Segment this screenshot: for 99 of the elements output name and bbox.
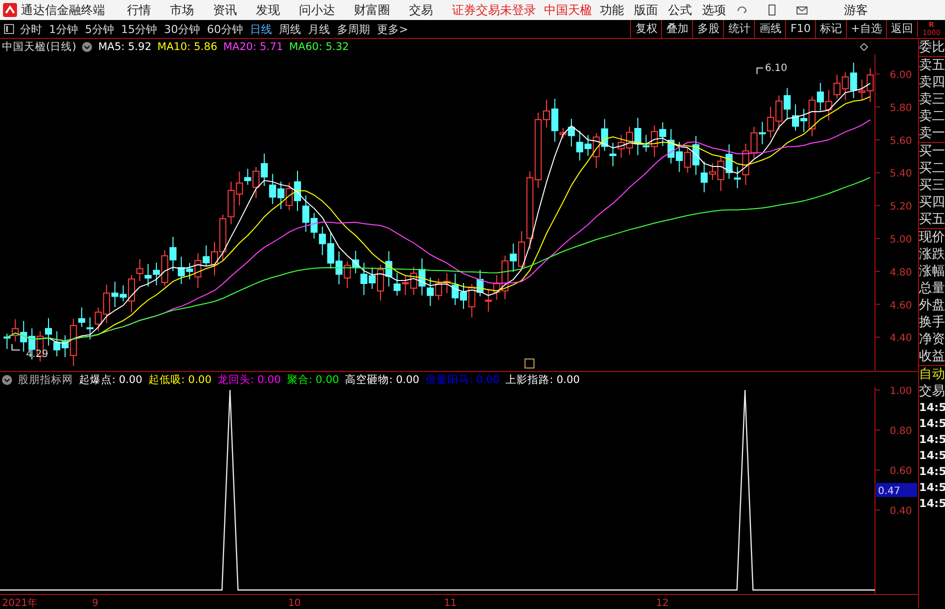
ma-legend: MA60: 5.32 <box>289 40 349 52</box>
axis-label: 6.00 <box>890 70 912 81</box>
date-label: 2021年 <box>2 598 38 608</box>
menu-item[interactable]: 选项 <box>702 2 726 18</box>
ma-legend: MA20: 5.71 <box>223 40 284 52</box>
indicator-legend: 上影指路: 0.00 <box>506 372 580 386</box>
ma-legend: MA5: 5.92 <box>98 40 152 52</box>
quote-label: 卖四 <box>919 74 945 91</box>
leader-line <box>12 344 20 350</box>
status-notice: 中国天楹 <box>544 2 592 18</box>
quote-label: 买二 <box>919 160 945 177</box>
quote-label: 卖五 <box>919 57 945 74</box>
period-tab[interactable]: 60分钟 <box>207 22 243 36</box>
mail-icon[interactable] <box>796 4 808 16</box>
toolbar-button[interactable]: 叠加 <box>661 20 692 38</box>
toolbar-button[interactable]: F10 <box>785 20 815 38</box>
menu-item[interactable]: 市场 <box>170 2 194 18</box>
indicator-name: 股朋指标网 <box>18 372 73 386</box>
axis-label: 5.20 <box>890 202 912 213</box>
leader-line <box>756 68 764 74</box>
quote-label: 卖二 <box>919 108 945 125</box>
quote-label: 卖三 <box>919 91 945 108</box>
dropdown-icon[interactable] <box>2 374 12 384</box>
logo-icon <box>3 3 17 17</box>
stock-title: 中国天楹(日线) <box>2 40 76 54</box>
period-tab[interactable]: 30分钟 <box>164 22 200 36</box>
quote-label: 委比 <box>919 39 945 57</box>
quote-label: 买三 <box>919 177 945 194</box>
quote-label: 收益 <box>919 348 945 365</box>
quote-label: 卖一 <box>919 125 945 143</box>
indicator-legend: 聚合: 0.00 <box>286 372 340 386</box>
ma-legend: MA10: 5.86 <box>157 40 218 52</box>
axis-label: 0.40 <box>890 506 912 517</box>
indicator-legend: 高空砸物: 0.00 <box>345 372 420 386</box>
indicator-legend: 起低吸: 0.00 <box>148 372 212 386</box>
axis-label: 4.40 <box>890 333 912 344</box>
panel-toggle-icon[interactable] <box>4 24 14 34</box>
high-price-label: 6.10 <box>765 63 788 74</box>
date-label: 12 <box>656 598 669 608</box>
period-tab[interactable]: 周线 <box>279 22 301 36</box>
toolbar-button[interactable]: 返回 <box>886 20 917 38</box>
date-label: 10 <box>288 598 301 608</box>
axis-label: 0.80 <box>890 426 912 437</box>
period-tab[interactable]: 1分钟 <box>49 22 78 36</box>
axis-label: 5.60 <box>890 136 912 147</box>
quote-label: 总量 <box>919 280 945 297</box>
menu-item[interactable]: 版面 <box>634 2 658 18</box>
menu-item[interactable]: 交易 <box>409 2 433 18</box>
period-tab[interactable]: 月线 <box>308 22 330 36</box>
period-tab[interactable]: 更多> <box>377 22 408 36</box>
current-value-label: 0.47 <box>878 486 900 497</box>
indicator-legend: 起爆点: 0.00 <box>79 372 142 386</box>
period-tab[interactable]: 日线 <box>250 22 272 36</box>
quote-label: 换手 <box>919 314 945 331</box>
period-tab[interactable]: 15分钟 <box>121 22 157 36</box>
period-tab[interactable]: 5分钟 <box>85 22 114 36</box>
toolbar-button[interactable]: +自选 <box>846 20 886 38</box>
quote-label: 涨幅 <box>919 263 945 280</box>
menu-item[interactable]: 功能 <box>600 2 624 18</box>
axis-label: 4.80 <box>890 267 912 278</box>
menu-item[interactable]: 财富圈 <box>354 2 390 18</box>
diamond-icon[interactable] <box>860 42 868 50</box>
quote-label: 净资 <box>919 331 945 348</box>
indicator-legend: 倍量阳马: 0.00 <box>425 372 500 386</box>
trade-label[interactable]: 自动 <box>919 366 945 383</box>
axis-label: 5.40 <box>890 168 912 180</box>
menu-item[interactable]: 行情 <box>127 2 151 18</box>
menu-item[interactable]: 公式 <box>668 2 692 18</box>
quote-label: 涨跌 <box>919 246 945 263</box>
quote-label: 现价 <box>919 229 945 246</box>
date-label: 11 <box>444 598 457 608</box>
menu-item[interactable]: 问小达 <box>299 2 335 18</box>
axis-label: 4.60 <box>890 300 912 312</box>
axis-label: 5.80 <box>890 102 912 114</box>
toolbar-button[interactable]: 统计 <box>723 20 754 38</box>
menu-item[interactable]: 发现 <box>256 2 280 18</box>
toolbar-button[interactable]: 多股 <box>692 20 724 38</box>
date-label: 9 <box>92 598 98 608</box>
period-tab[interactable]: 多周期 <box>337 22 370 36</box>
quote-label: 外盘 <box>919 297 945 314</box>
quote-label: 买四 <box>919 194 945 211</box>
user-label[interactable]: 游客 <box>844 2 868 18</box>
dropdown-icon[interactable] <box>82 42 92 52</box>
app-title: 通达信金融终端 <box>21 2 105 18</box>
indicator-legend: 龙回头: 0.00 <box>218 372 281 386</box>
toolbar-button[interactable]: 画线 <box>754 20 786 38</box>
current-value-marker <box>876 483 917 497</box>
axis-label: 5.00 <box>890 234 912 246</box>
menu-item[interactable]: 资讯 <box>213 2 237 18</box>
toolbar-button[interactable]: 标记 <box>814 20 846 38</box>
toolbar-button[interactable]: 复权 <box>630 20 662 38</box>
period-tab[interactable]: 分时 <box>20 22 42 36</box>
quote-label: 买一 <box>919 143 945 160</box>
trade-label[interactable]: 交易 <box>919 383 945 400</box>
axis-label: 0.60 <box>890 466 912 477</box>
status-notice: 证券交易未登录 <box>452 2 536 18</box>
quote-label: 买五 <box>919 211 945 229</box>
phone-icon[interactable] <box>766 4 778 16</box>
marker-icon[interactable] <box>524 358 534 368</box>
